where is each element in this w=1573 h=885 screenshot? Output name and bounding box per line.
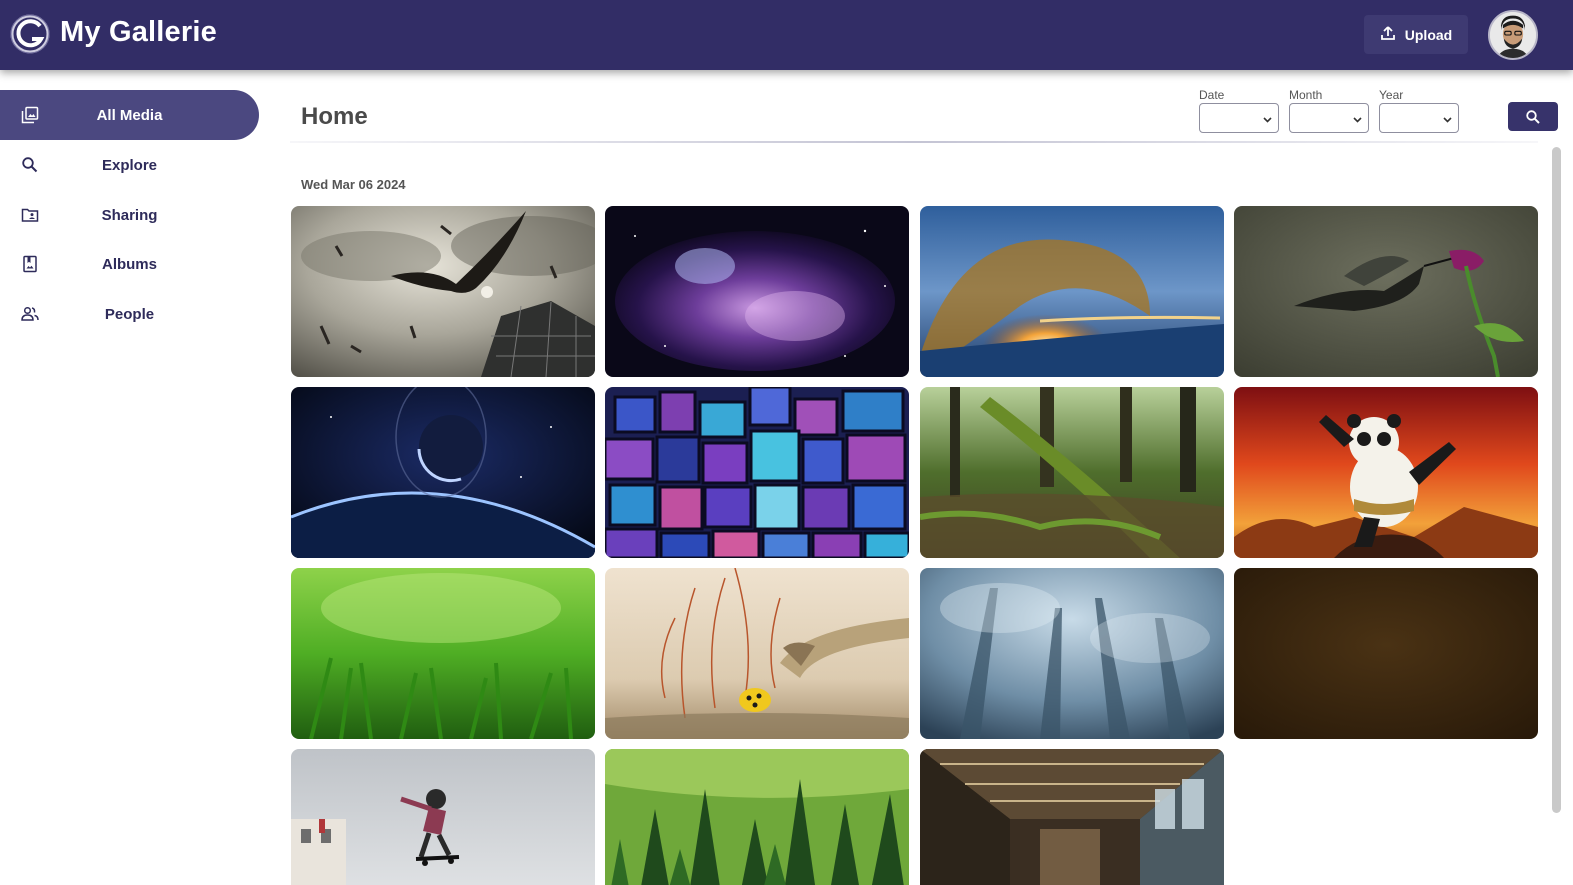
photo-grass[interactable] [291, 568, 595, 739]
sidebar-item-albums[interactable]: Albums [0, 239, 259, 289]
sidebar-item-label: People [104, 305, 155, 323]
year-filter: Year [1379, 88, 1459, 133]
date-filter: Date [1199, 88, 1279, 133]
chevron-down-icon [1353, 117, 1362, 123]
photo-hummingbird[interactable] [1234, 206, 1538, 377]
sidebar: All Media Explore Sharing Albums People [0, 70, 270, 885]
page-title: Home [301, 103, 368, 130]
vertical-scrollbar[interactable] [1552, 147, 1561, 813]
chevron-down-icon [1443, 117, 1452, 123]
title-divider [290, 141, 1538, 143]
photo-kung-fu-panda[interactable] [1234, 387, 1538, 558]
photo-cubes[interactable] [605, 387, 909, 558]
photo-planet[interactable] [291, 387, 595, 558]
year-filter-label: Year [1379, 88, 1404, 102]
sidebar-item-all-media[interactable]: All Media [0, 90, 259, 140]
photo-wave[interactable] [920, 206, 1224, 377]
gallery-logo-icon[interactable] [10, 14, 50, 54]
photo-skateboarder[interactable] [291, 749, 595, 885]
date-group-heading: Wed Mar 06 2024 [301, 177, 406, 192]
photo-misty-forest[interactable] [920, 568, 1224, 739]
photo-mossy-log[interactable] [920, 387, 1224, 558]
sidebar-item-label: Albums [101, 255, 157, 273]
sidebar-item-people[interactable]: People [0, 289, 259, 339]
app-title: My Gallerie [60, 16, 217, 48]
sidebar-item-explore[interactable]: Explore [0, 140, 259, 190]
sidebar-item-sharing[interactable]: Sharing [0, 190, 259, 240]
year-select[interactable] [1379, 103, 1459, 133]
chevron-down-icon [1263, 117, 1272, 123]
search-icon [1526, 109, 1540, 124]
month-filter-label: Month [1289, 88, 1323, 102]
month-select[interactable] [1289, 103, 1369, 133]
upload-icon [1380, 25, 1396, 44]
photo-nebula[interactable] [605, 206, 909, 377]
sidebar-item-label: Explore [101, 156, 158, 174]
photo-eagle[interactable] [291, 206, 595, 377]
photo-snake-ladybug[interactable] [605, 568, 909, 739]
search-button[interactable] [1508, 102, 1558, 131]
sidebar-item-label: Sharing [101, 206, 158, 224]
upload-button[interactable]: Upload [1364, 15, 1468, 54]
photo-brown-texture[interactable] [1234, 568, 1538, 739]
date-select[interactable] [1199, 103, 1279, 133]
date-filter-label: Date [1199, 88, 1225, 102]
user-avatar[interactable] [1488, 10, 1538, 60]
photo-pine-forest[interactable] [605, 749, 909, 885]
sidebar-item-label: All Media [96, 106, 163, 124]
top-app-bar: My Gallerie Upload [0, 0, 1573, 70]
photo-industrial-hall[interactable] [920, 749, 1224, 885]
photo-grid [291, 206, 1539, 885]
upload-label: Upload [1404, 26, 1453, 43]
month-filter: Month [1289, 88, 1369, 133]
